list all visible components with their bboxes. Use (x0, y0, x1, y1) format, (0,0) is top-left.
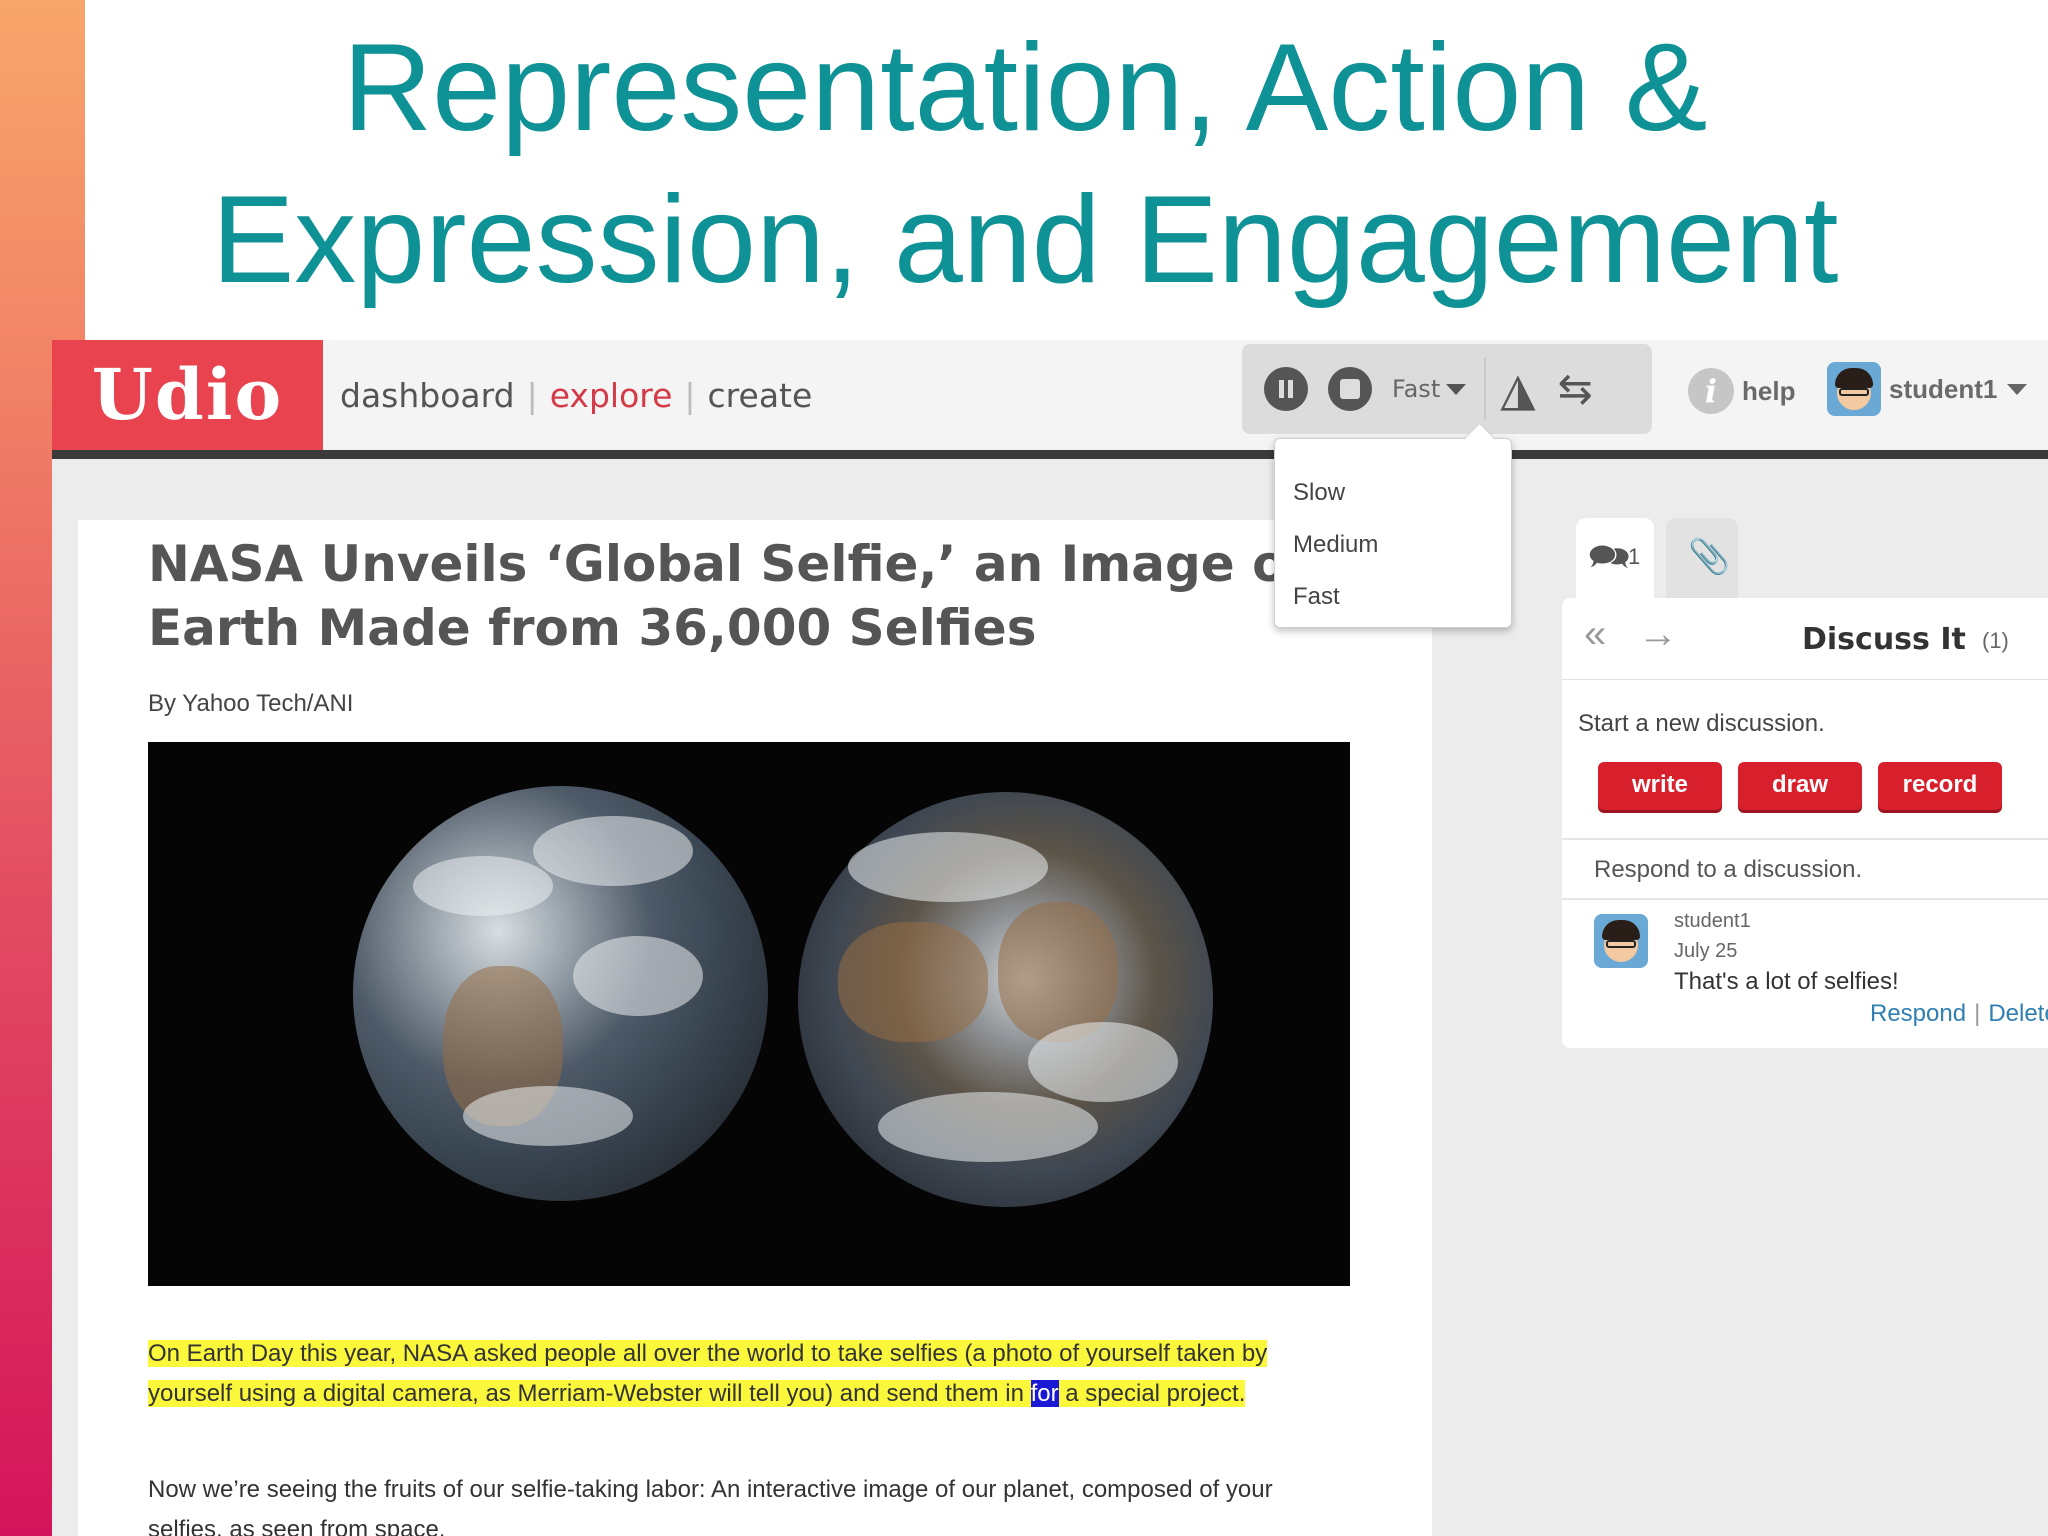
chevron-down-icon[interactable] (1446, 383, 1467, 395)
respond-prompt: Respond to a discussion. (1594, 856, 1863, 883)
udio-logo[interactable]: Udio (52, 340, 323, 450)
nav-separator: | (526, 375, 538, 415)
record-button[interactable]: record (1878, 762, 2002, 810)
article-paragraph: Now we’re seeing the fruits of our selfi… (148, 1476, 1273, 1536)
speed-select[interactable]: Fast (1392, 375, 1440, 403)
speed-option-fast[interactable]: Fast (1275, 571, 1511, 623)
comment-author: student1 (1674, 910, 1751, 932)
respond-link[interactable]: Respond (1870, 1000, 1966, 1027)
comment-date: July 25 (1674, 940, 1738, 962)
help-link[interactable]: i help (1688, 368, 1795, 414)
stop-icon[interactable] (1328, 367, 1372, 411)
new-discussion-prompt: Start a new discussion. (1578, 710, 1825, 737)
swap-icon[interactable]: ⇆ (1558, 368, 1593, 410)
delete-link[interactable]: Delete (1988, 1000, 2048, 1027)
action-separator: | (1974, 1000, 1981, 1027)
panel-header: « → Discuss It (1) (1562, 598, 2048, 680)
current-word-highlight: for (1030, 1380, 1059, 1407)
nav-explore[interactable]: explore (550, 376, 673, 415)
toolbar-divider (1484, 358, 1487, 420)
avatar (1827, 362, 1881, 416)
info-icon: i (1688, 368, 1734, 414)
paperclip-icon: 📎 (1688, 538, 1731, 576)
article-headline: NASA Unveils ‘Global Selfie,’ an Image o… (148, 532, 1348, 660)
double-chevron-left-icon[interactable]: « (1584, 612, 1606, 657)
headline-text: NASA Unveils ‘Global Selfie,’ an Image o… (148, 535, 1287, 657)
slide-title: Representation, Action & Expression, and… (120, 12, 1930, 316)
help-label: help (1742, 375, 1796, 406)
pause-icon[interactable] (1264, 367, 1308, 411)
nav-dashboard[interactable]: dashboard (340, 376, 515, 415)
divider (1562, 898, 2048, 900)
write-button[interactable]: write (1598, 762, 1722, 810)
divider (1562, 838, 2048, 840)
article-paragraph-highlighted: On Earth Day this year, NASA asked peopl… (148, 1334, 1298, 1414)
global-selfie-image (148, 742, 1350, 1286)
top-navbar: Udio dashboard | explore | create Fast ◮… (52, 340, 2048, 450)
discussion-panel: « → Discuss It (1) Start a new discussio… (1562, 598, 2048, 1048)
earth-globe-right (798, 792, 1213, 1207)
book-icon[interactable]: ◮ (1500, 366, 1535, 412)
udio-screenshot: Udio dashboard | explore | create Fast ◮… (52, 340, 2048, 1536)
comment-actions: Respond | Delete (1870, 1000, 2048, 1028)
highlighted-text: a special project. (1058, 1380, 1246, 1407)
earth-globe-left (353, 786, 768, 1201)
slide-title-line2: Expression, and Engagement (211, 171, 1839, 309)
tab-attachments[interactable]: 📎 (1666, 518, 1738, 600)
comment-text: That's a lot of selfies! (1674, 968, 1899, 995)
comments-icon: 🗪 (1588, 538, 1631, 576)
user-menu[interactable]: student1 (1827, 362, 2028, 416)
slide-title-line1: Representation, Action & (342, 19, 1708, 157)
speed-option-slow[interactable]: Slow (1275, 467, 1511, 519)
avatar (1594, 914, 1648, 968)
speed-dropdown-menu: Slow Medium Fast (1274, 438, 1512, 628)
tab-discuss[interactable]: 🗪 1 (1576, 518, 1654, 600)
discussion-count: 1 (1628, 544, 1641, 569)
nav-create[interactable]: create (708, 376, 813, 415)
user-name: student1 (1889, 373, 1998, 404)
article-card: NASA Unveils ‘Global Selfie,’ an Image o… (78, 520, 1432, 1536)
draw-button[interactable]: draw (1738, 762, 1862, 810)
nav-separator: | (684, 375, 696, 415)
navbar-divider (52, 450, 2048, 459)
reading-toolbar: Fast ◮ ⇆ (1242, 344, 1652, 434)
chevron-down-icon (2007, 383, 2028, 395)
arrow-right-icon[interactable]: → (1638, 612, 1678, 657)
main-nav: dashboard | explore | create (340, 340, 812, 450)
speed-option-medium[interactable]: Medium (1275, 519, 1511, 571)
panel-discussion-count: (1) (1982, 628, 2009, 653)
panel-title: Discuss It (1802, 622, 1966, 657)
article-byline: By Yahoo Tech/ANI (148, 690, 354, 717)
